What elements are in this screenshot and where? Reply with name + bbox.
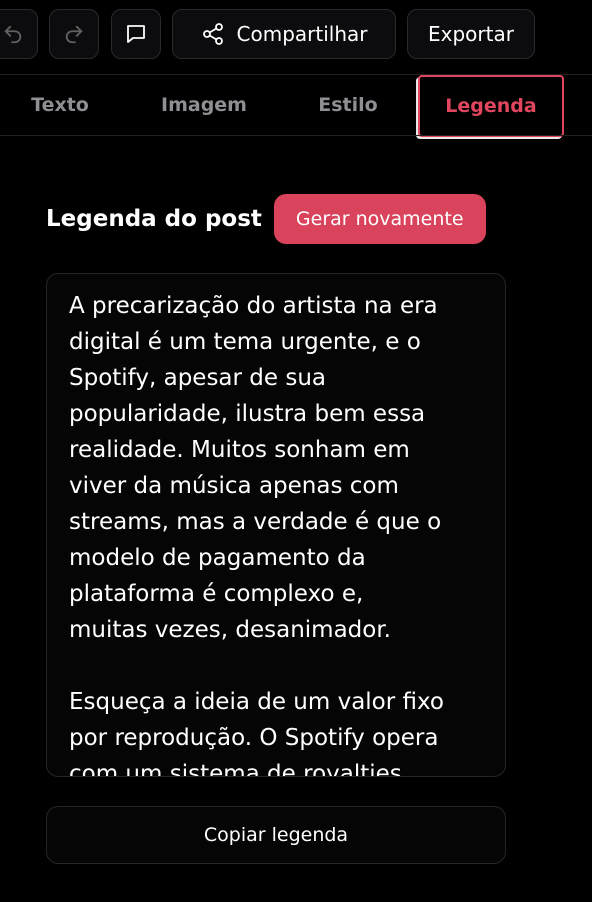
caption-textarea[interactable]: A precarização do artista na era digital… (46, 273, 506, 777)
comment-button[interactable] (111, 9, 161, 59)
redo-button[interactable] (49, 9, 99, 59)
tab-imagem[interactable]: Imagem (134, 75, 274, 135)
regenerate-button[interactable]: Gerar novamente (273, 194, 486, 244)
undo-icon (2, 23, 24, 45)
comment-icon (124, 22, 148, 46)
tabs-divider-bottom (0, 135, 592, 136)
undo-button[interactable] (0, 9, 38, 59)
copy-caption-button[interactable]: Copiar legenda (46, 806, 506, 864)
share-icon (201, 22, 225, 46)
caption-header: Legenda do post Gerar novamente (46, 194, 506, 244)
tab-estilo[interactable]: Estilo (288, 75, 408, 135)
tab-texto[interactable]: Texto (0, 75, 120, 135)
tab-legenda[interactable]: Legenda (418, 75, 564, 137)
caption-text: A precarização do artista na era digital… (69, 293, 444, 777)
caption-title: Legenda do post (46, 206, 262, 232)
share-button[interactable]: Compartilhar (172, 9, 396, 59)
tab-bar: Texto Imagem Estilo Legenda (0, 75, 592, 137)
share-label: Compartilhar (236, 22, 368, 46)
redo-icon (63, 23, 85, 45)
export-button[interactable]: Exportar (407, 9, 535, 59)
top-toolbar: Compartilhar Exportar (0, 0, 592, 74)
